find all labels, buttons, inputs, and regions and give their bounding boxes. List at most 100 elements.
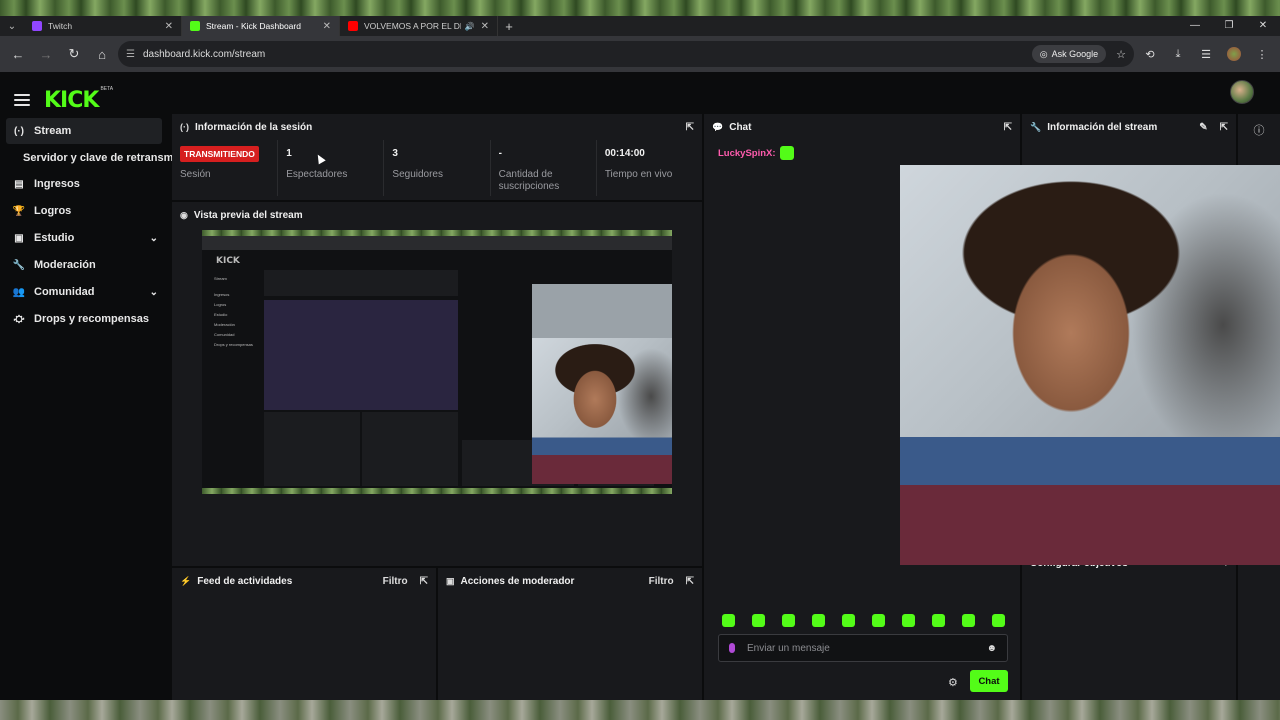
emote-icon[interactable]	[962, 614, 975, 627]
twitch-icon	[32, 21, 42, 31]
reading-list-icon[interactable]: ☰	[1194, 42, 1218, 66]
new-tab-button[interactable]: +	[498, 19, 520, 34]
tab-search-icon[interactable]: ⌄	[0, 16, 24, 36]
shield-icon: ▣	[446, 575, 455, 586]
tab-title: Twitch	[48, 21, 73, 31]
url-input[interactable]: ☰ dashboard.kick.com/stream ◎ Ask Google…	[118, 41, 1134, 67]
filter-button[interactable]: Filtro	[649, 576, 674, 587]
panel-title: Acciones de moderador	[460, 575, 575, 587]
stat-label: Tiempo en vivo	[604, 169, 673, 180]
sidebar-item-server-key[interactable]: Servidor y clave de retransmisión	[0, 145, 172, 171]
stream-info-header: 🔧 Información del stream ✎ ⇱	[1022, 114, 1236, 140]
preview-webcam	[532, 338, 672, 484]
emote-icon[interactable]	[902, 614, 915, 627]
sidebar-item-label: Moderación	[34, 259, 96, 271]
menu-icon[interactable]: ⋮	[1250, 42, 1274, 66]
emoji-icon[interactable]: ☻	[986, 643, 997, 654]
tab-youtube[interactable]: VOLVEMOS A POR EL DRAGÓ 🔊 ✕	[340, 16, 498, 36]
kick-logo[interactable]: KICK	[44, 88, 99, 113]
emote-icon[interactable]	[752, 614, 765, 627]
chevron-down-icon[interactable]: ⌄	[150, 233, 158, 244]
emote-icon[interactable]	[782, 614, 795, 627]
preview-icon: ◉	[180, 209, 188, 220]
stat-value: 1	[286, 148, 292, 159]
close-icon[interactable]: ✕	[323, 21, 331, 32]
emote-icon[interactable]	[722, 614, 735, 627]
site-info-icon[interactable]: ☰	[126, 49, 135, 60]
settings-gear-icon[interactable]: ⚙	[948, 676, 958, 689]
youtube-icon	[348, 21, 358, 31]
reload-icon[interactable]: ↻	[62, 42, 86, 66]
chat-header: 💬 Chat ⇱	[704, 114, 1020, 140]
ask-google-button[interactable]: ◎ Ask Google	[1031, 45, 1107, 63]
tab-title: VOLVEMOS A POR EL DRAGÓ	[364, 21, 461, 31]
close-icon[interactable]: ✕	[481, 21, 489, 32]
chat-placeholder: Enviar un mensaje	[747, 642, 830, 654]
quick-emotes	[722, 614, 1005, 627]
wrench-icon: 🔧	[1030, 121, 1042, 132]
emote-icon[interactable]	[872, 614, 885, 627]
hamburger-menu-icon[interactable]	[14, 94, 30, 106]
close-window-icon[interactable]: ✕	[1246, 16, 1280, 36]
sidebar-item-stream[interactable]: (·) Stream	[6, 118, 162, 144]
stat-value: 00:14:00	[604, 148, 645, 159]
mic-icon[interactable]	[729, 643, 735, 653]
history-icon[interactable]: ⟲	[1138, 42, 1162, 66]
send-chat-button[interactable]: Chat	[970, 670, 1008, 692]
chat-messages: LuckySpinX:	[718, 146, 794, 160]
edit-pencil-icon[interactable]: ✎	[1199, 122, 1207, 133]
chat-input[interactable]: Enviar un mensaje ☻	[718, 634, 1008, 662]
popout-icon[interactable]: ⇱	[686, 576, 694, 587]
session-info-header: (·) Información de la sesión ⇱	[172, 114, 702, 140]
info-icon[interactable]: ⓘ	[1238, 122, 1280, 138]
popout-icon[interactable]: ⇱	[1220, 122, 1228, 133]
speaker-icon[interactable]: 🔊	[465, 22, 475, 31]
emote-icon[interactable]	[812, 614, 825, 627]
emote-icon[interactable]	[992, 614, 1005, 627]
forward-icon[interactable]: →	[34, 42, 58, 66]
sidebar-item-estudio[interactable]: ▣ Estudio ⌄	[6, 225, 162, 251]
bookmark-star-icon[interactable]: ☆	[1116, 48, 1126, 61]
session-info-panel: (·) Información de la sesión ⇱ TRANSMITI…	[172, 114, 702, 200]
sidebar-item-comunidad[interactable]: 👥 Comunidad ⌄	[6, 279, 162, 305]
emote-icon[interactable]	[842, 614, 855, 627]
back-icon[interactable]: ←	[6, 42, 30, 66]
close-icon[interactable]: ✕	[165, 21, 173, 32]
sidebar-item-moderacion[interactable]: 🔧 Moderación	[6, 252, 162, 278]
chat-username[interactable]: LuckySpinX:	[718, 148, 776, 159]
stat-live-time: 00:14:00 Tiempo en vivo	[595, 140, 702, 196]
layout-icon: ▣	[14, 232, 24, 244]
sidebar-item-drops[interactable]: ⛮ Drops y recompensas	[6, 306, 162, 332]
mod-actions-panel: ▣ Acciones de moderador Filtro ⇱	[438, 568, 702, 700]
tab-twitch[interactable]: Twitch ✕	[24, 16, 182, 36]
panel-title: Información de la sesión	[195, 121, 313, 133]
address-bar: ← → ↻ ⌂ ☰ dashboard.kick.com/stream ◎ As…	[0, 36, 1280, 72]
popout-icon[interactable]: ⇱	[420, 576, 428, 587]
emote-icon[interactable]	[932, 614, 945, 627]
user-avatar[interactable]	[1230, 80, 1254, 104]
sidebar-item-logros[interactable]: 🏆 Logros	[6, 198, 162, 224]
filter-button[interactable]: Filtro	[383, 576, 408, 587]
panel-title: Feed de actividades	[197, 575, 293, 587]
live-badge: TRANSMITIENDO	[180, 146, 259, 162]
download-icon[interactable]: ⤓	[1166, 42, 1190, 66]
broadcast-icon: (·)	[180, 122, 189, 132]
profile-icon[interactable]	[1222, 42, 1246, 66]
home-icon[interactable]: ⌂	[90, 42, 114, 66]
maximize-icon[interactable]: ❐	[1212, 16, 1246, 36]
chevron-down-icon[interactable]: ⌄	[150, 287, 158, 298]
minimize-icon[interactable]: —	[1178, 16, 1212, 36]
sidebar-item-label: Stream	[34, 125, 72, 137]
tab-kick-dashboard[interactable]: Stream - Kick Dashboard ✕	[182, 16, 340, 36]
sidebar-item-label: Estudio	[34, 232, 75, 244]
sidebar-item-label: Servidor y clave de retransmisión	[23, 152, 172, 164]
stat-label: Espectadores	[286, 169, 348, 180]
panel-title: Vista previa del stream	[193, 209, 303, 221]
activity-feed-panel: ⚡ Feed de actividades Filtro ⇱	[172, 568, 436, 700]
sidebar: (·) Stream Servidor y clave de retransmi…	[0, 118, 172, 333]
background-rocks	[0, 700, 1280, 720]
bolt-icon: ⚡	[180, 575, 192, 586]
sidebar-item-ingresos[interactable]: ▤ Ingresos	[6, 171, 162, 197]
popout-icon[interactable]: ⇱	[1004, 122, 1012, 133]
popout-icon[interactable]: ⇱	[686, 122, 694, 133]
